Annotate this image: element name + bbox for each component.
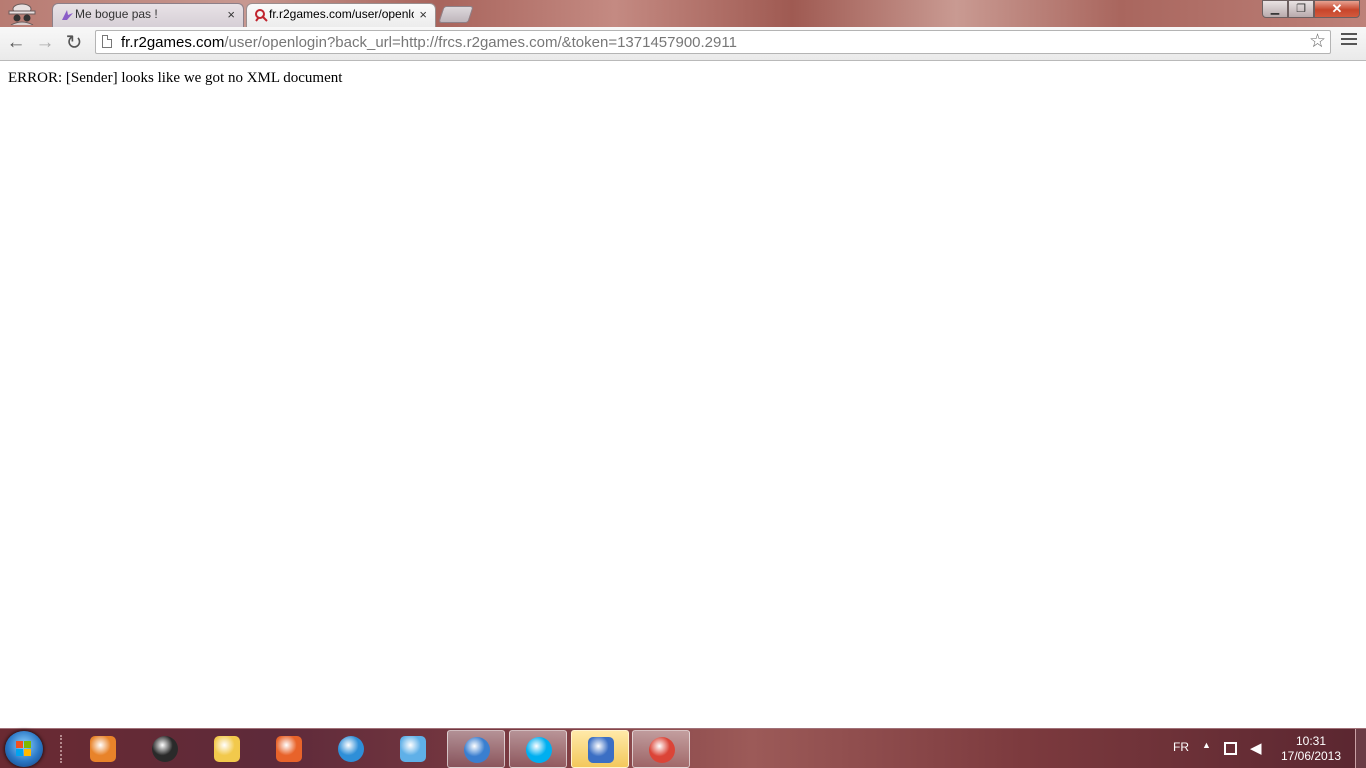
tab-r2games[interactable]: fr.r2games.com/user/openlogin?back_url=h… [246,3,436,27]
taskbar-hp-button[interactable] [136,730,194,768]
taskbar-file-explorer-button[interactable] [198,730,256,768]
taskbar-skype-button[interactable] [509,730,567,768]
close-window-button[interactable]: ✕ [1314,0,1360,18]
incognito-icon [8,3,36,25]
error-message: ERROR: [Sender] looks like we got no XML… [8,70,343,86]
bookmark-star-icon[interactable]: ☆ [1309,31,1326,53]
ms-paint-icon [276,736,302,762]
url-host: fr.r2games.com [121,34,225,51]
new-tab-button[interactable] [438,6,474,23]
clock-date: 17/06/2013 [1280,749,1342,763]
messenger-icon [400,736,426,762]
reload-button[interactable]: ↻ [63,32,85,54]
start-button[interactable] [5,731,43,767]
tab-close-icon[interactable]: × [419,4,427,25]
tab-label: fr.r2games.com/user/openlogin?back_url=h… [269,7,414,21]
media-player-icon [90,736,116,762]
page-icon [102,35,112,48]
page-content: ERROR: [Sender] looks like we got no XML… [0,61,1366,728]
back-button[interactable]: ← [5,32,27,54]
tab-me-bogue-pas[interactable]: Me bogue pas ! × [52,3,244,27]
show-hidden-icons-button[interactable]: ▲ [1202,740,1211,750]
show-desktop-button[interactable] [1355,729,1366,768]
purple-bird-icon [62,10,73,20]
chrome-icon [649,737,675,763]
taskbar-security-shield-button[interactable] [571,730,629,768]
file-explorer-icon [214,736,240,762]
taskbar-search-button[interactable] [447,730,505,768]
taskbar-internet-explorer-button[interactable] [322,730,380,768]
title-bar: Me bogue pas ! × fr.r2games.com/user/ope… [0,0,1366,27]
security-shield-icon [588,737,614,763]
url-path: /user/openlogin?back_url=http://frcs.r2g… [224,34,737,51]
search-icon [464,737,490,763]
clock-time: 10:31 [1295,734,1327,748]
maximize-button[interactable]: ❐ [1288,0,1314,18]
internet-explorer-icon [338,736,364,762]
forward-button[interactable]: → [34,32,56,54]
taskbar-media-player-button[interactable] [74,730,132,768]
r2games-icon [255,9,268,22]
windows-logo-icon [16,741,32,757]
tab-label: Me bogue pas ! [75,7,158,21]
language-indicator[interactable]: FR [1173,740,1189,754]
address-bar[interactable]: fr.r2games.com/user/openlogin?back_url=h… [95,30,1331,54]
minimize-button[interactable]: ▁ [1262,0,1288,18]
volume-icon[interactable]: ◀ [1250,739,1262,757]
url-text[interactable]: fr.r2games.com/user/openlogin?back_url=h… [121,33,737,52]
taskbar-messenger-button[interactable] [384,730,442,768]
taskbar-ms-paint-button[interactable] [260,730,318,768]
browser-toolbar: ← → ↻ fr.r2games.com/user/openlogin?back… [0,27,1366,61]
taskbar: FR ▲ ◀ 10:31 17/06/2013 [0,728,1366,768]
chrome-menu-icon[interactable] [1341,33,1357,49]
skype-icon [526,737,552,763]
taskbar-chrome-button[interactable] [632,730,690,768]
network-icon[interactable] [1224,742,1237,755]
hp-icon [152,736,178,762]
clock[interactable]: 10:31 17/06/2013 [1276,734,1346,764]
tab-close-icon[interactable]: × [227,4,235,25]
taskbar-grip [60,735,66,763]
